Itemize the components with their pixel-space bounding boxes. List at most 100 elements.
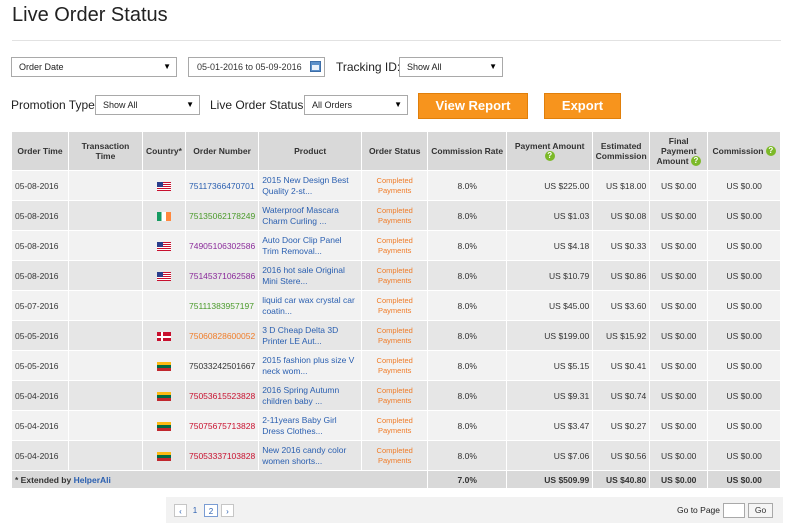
final-payment-cell: US $0.00: [649, 320, 709, 351]
table-row: 05-08-2016 74905106302586 Auto Door Clip P…: [11, 230, 782, 261]
view-report-button[interactable]: View Report: [418, 93, 528, 119]
table-row: 05-05-2016 75060828600052 3 D Cheap Delta …: [11, 320, 782, 351]
order-date-select[interactable]: Order Date ▼: [11, 57, 177, 77]
product-link[interactable]: 2016 Spring Autumn children baby ...: [258, 380, 363, 411]
col-order-number[interactable]: Order Number: [184, 131, 260, 171]
estimated-commission-cell: US $0.27: [592, 410, 651, 441]
transaction-time-cell: [68, 200, 143, 231]
commission-rate-cell: 8.0%: [427, 350, 508, 381]
estimated-commission-cell: US $0.56: [592, 440, 651, 471]
chevron-down-icon: ▼: [489, 62, 497, 71]
payment-amount-cell: US $9.31: [506, 380, 594, 411]
divider: [12, 40, 781, 41]
order-time-cell: 05-08-2016: [11, 170, 69, 201]
order-number-link[interactable]: 75145371062586: [189, 271, 255, 281]
col-order-time[interactable]: Order Time: [11, 131, 69, 171]
payment-amount-cell: US $4.18: [506, 230, 594, 261]
total-commission-rate: 7.0%: [427, 470, 508, 489]
help-icon[interactable]: ?: [765, 146, 776, 157]
estimated-commission-cell: US $0.74: [592, 380, 651, 411]
product-link[interactable]: 2016 hot sale Original Mini Stere...: [258, 260, 363, 291]
prev-page-button[interactable]: ‹: [174, 504, 187, 517]
tracking-id-value: Show All: [407, 62, 442, 72]
product-link[interactable]: 2015 fashion plus size V neck wom...: [258, 350, 363, 381]
help-icon[interactable]: ?: [544, 151, 555, 162]
order-number-cell: 75145371062586: [184, 260, 260, 291]
total-final-payment: US $0.00: [649, 470, 709, 489]
order-number-link[interactable]: 75033242501667: [189, 361, 255, 371]
commission-rate-cell: 8.0%: [427, 290, 508, 321]
transaction-time-cell: [68, 170, 143, 201]
date-range-input[interactable]: 05-01-2016 to 05-09-2016: [188, 57, 325, 77]
go-to-page-input[interactable]: [723, 503, 745, 518]
commission-rate-cell: 8.0%: [427, 170, 508, 201]
product-link[interactable]: 2-11years Baby Girl Dress Clothes...: [258, 410, 363, 441]
page-link-2-current[interactable]: 2: [204, 504, 218, 517]
order-status-cell: Completed Payments: [361, 440, 429, 471]
order-number-link[interactable]: 75053615523828: [189, 391, 255, 401]
final-payment-cell: US $0.00: [649, 230, 709, 261]
commission-cell: US $0.00: [707, 320, 782, 351]
live-order-status-select[interactable]: All Orders ▼: [304, 95, 408, 115]
chevron-down-icon: ▼: [186, 100, 194, 109]
col-product[interactable]: Product: [258, 131, 363, 171]
transaction-time-cell: [68, 410, 143, 441]
chevron-down-icon: ▼: [163, 62, 171, 71]
flag-lt-icon: [157, 361, 171, 371]
estimated-commission-cell: US $18.00: [592, 170, 651, 201]
col-final-payment-amount[interactable]: Final Payment Amount ?: [649, 131, 709, 171]
page-link-1[interactable]: 1: [189, 504, 201, 517]
table-row: 05-08-2016 75135062178249 Waterproof Masca…: [11, 200, 782, 231]
payment-amount-cell: US $10.79: [506, 260, 594, 291]
transaction-time-cell: [68, 440, 143, 471]
product-link[interactable]: Waterproof Mascara Charm Curling ...: [258, 200, 363, 231]
final-payment-cell: US $0.00: [649, 410, 709, 441]
payment-amount-cell: US $5.15: [506, 350, 594, 381]
estimated-commission-cell: US $0.41: [592, 350, 651, 381]
col-country[interactable]: Country*: [142, 131, 186, 171]
order-date-select-value: Order Date: [19, 62, 64, 72]
table-row: 05-04-2016 75053337103828 New 2016 candy c…: [11, 440, 782, 471]
product-link[interactable]: Auto Door Clip Panel Trim Removal...: [258, 230, 363, 261]
order-number-link[interactable]: 75111383957197: [189, 301, 254, 311]
tracking-id-select[interactable]: Show All ▼: [399, 57, 503, 77]
pagination-bar: ‹ 1 2 › Go to Page Go: [166, 497, 783, 523]
commission-rate-cell: 8.0%: [427, 200, 508, 231]
col-commission-rate[interactable]: Commission Rate: [427, 131, 508, 171]
table-row: 05-04-2016 75075675713828 2-11years Baby G…: [11, 410, 782, 441]
col-payment-amount[interactable]: Payment Amount ?: [506, 131, 594, 171]
go-button[interactable]: Go: [748, 503, 773, 518]
order-number-link[interactable]: 75053337103828: [189, 451, 255, 461]
col-estimated-commission[interactable]: Estimated Commission: [592, 131, 651, 171]
order-time-cell: 05-07-2016: [11, 290, 69, 321]
order-number-link[interactable]: 75135062178249: [189, 211, 255, 221]
order-time-cell: 05-04-2016: [11, 380, 69, 411]
country-cell: [142, 440, 186, 471]
col-commission[interactable]: Commission ?: [707, 131, 782, 171]
order-number-cell: 75053337103828: [184, 440, 260, 471]
calendar-icon[interactable]: [310, 61, 321, 72]
product-link[interactable]: New 2016 candy color women shorts...: [258, 440, 363, 471]
estimated-commission-cell: US $3.60: [592, 290, 651, 321]
promotion-type-select[interactable]: Show All ▼: [95, 95, 200, 115]
order-number-link[interactable]: 75075675713828: [189, 421, 255, 431]
help-icon[interactable]: ?: [690, 156, 701, 167]
col-transaction-time[interactable]: Transaction Time: [68, 131, 143, 171]
next-page-button[interactable]: ›: [221, 504, 234, 517]
table-row: 05-08-2016 75117366470701 2015 New Design …: [11, 170, 782, 201]
order-number-link[interactable]: 75117366470701: [189, 181, 255, 191]
country-cell: [142, 200, 186, 231]
product-link[interactable]: liquid car wax crystal car coatin...: [258, 290, 363, 321]
table-row: 05-08-2016 75145371062586 2016 hot sale Or…: [11, 260, 782, 291]
order-number-link[interactable]: 75060828600052: [189, 331, 255, 341]
commission-rate-cell: 8.0%: [427, 440, 508, 471]
product-link[interactable]: 3 D Cheap Delta 3D Printer LE Aut...: [258, 320, 363, 351]
helperali-link[interactable]: HelperAli: [74, 475, 111, 485]
col-order-status[interactable]: Order Status: [361, 131, 429, 171]
commission-cell: US $0.00: [707, 410, 782, 441]
order-time-cell: 05-08-2016: [11, 230, 69, 261]
product-link[interactable]: 2015 New Design Best Quality 2-st...: [258, 170, 363, 201]
order-number-link[interactable]: 74905106302586: [189, 241, 255, 251]
estimated-commission-cell: US $15.92: [592, 320, 651, 351]
export-button[interactable]: Export: [544, 93, 621, 119]
